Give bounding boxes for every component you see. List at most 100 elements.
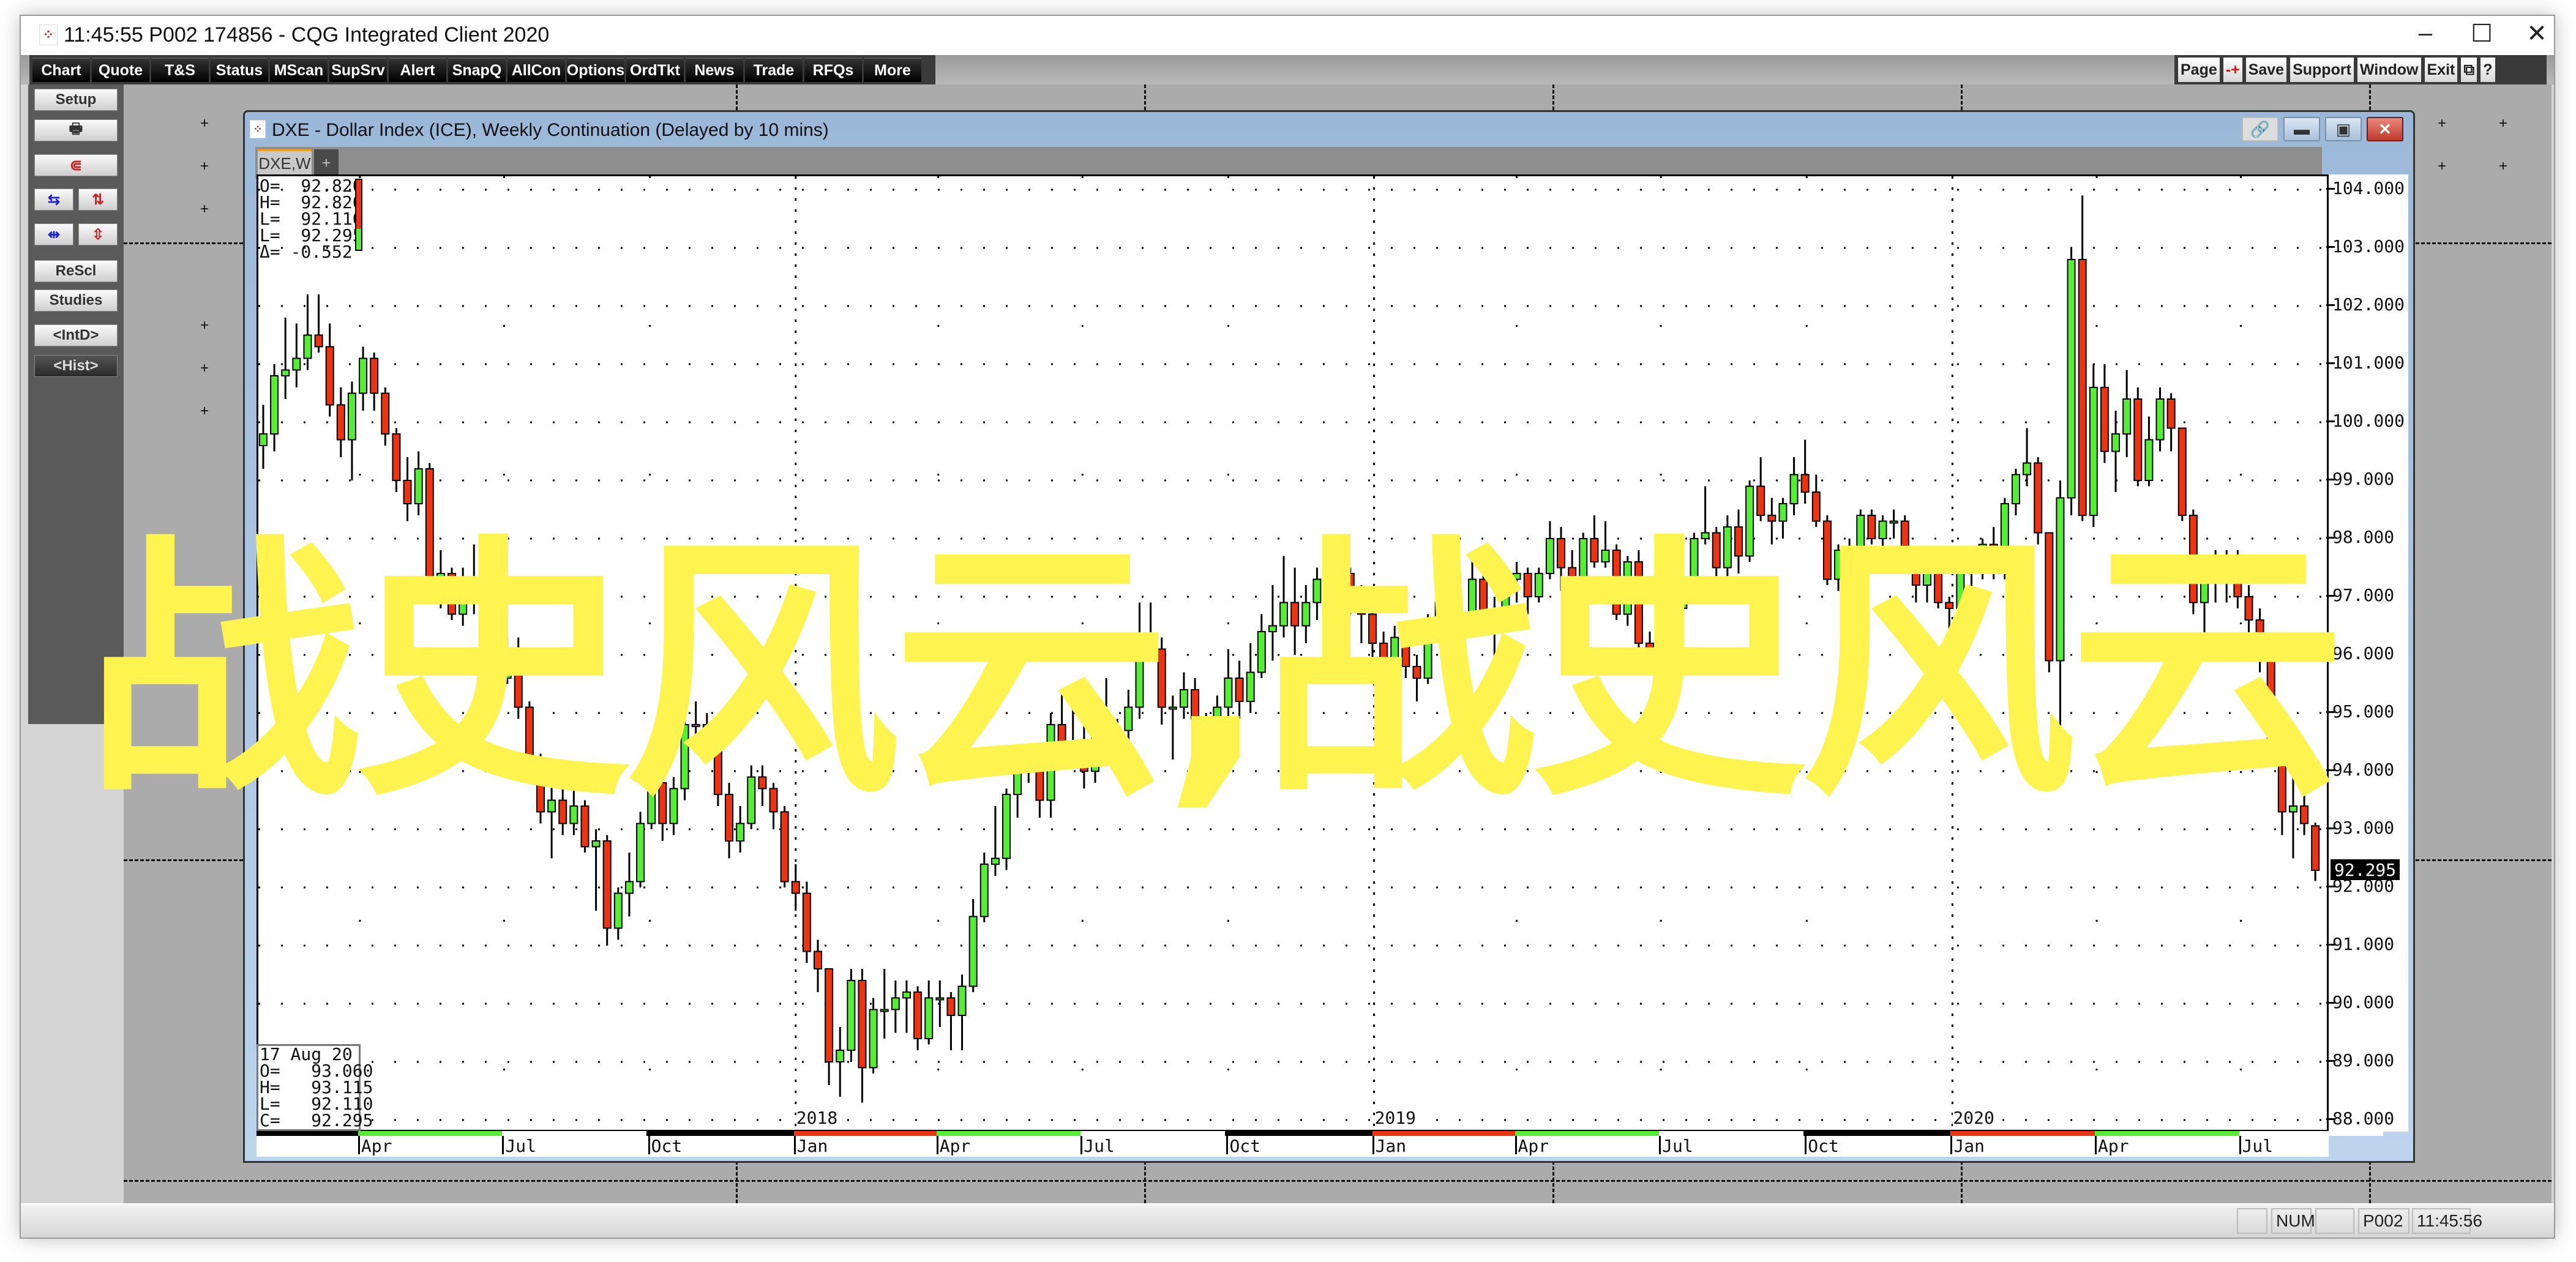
candle-body: [1579, 538, 1588, 580]
candle-body: [1024, 759, 1033, 766]
status-empty-2: [2315, 1208, 2354, 1234]
time-axis: Apr Jul Oct Jan Apr Jul Oct Jan Apr Jul Oct Jan Apr J…: [256, 1131, 2384, 1157]
candle-body: [1568, 567, 1577, 580]
rescale-button[interactable]: ReScl: [34, 260, 118, 282]
studies-button[interactable]: Studies: [34, 289, 118, 312]
price-tick: [2326, 188, 2335, 190]
toolbar-button-trade[interactable]: Trade: [745, 58, 803, 82]
toolbar-button-rfqs[interactable]: RFQs: [804, 58, 862, 82]
scroll-horizontal-button[interactable]: ⇆: [34, 189, 73, 211]
candle-body: [270, 375, 279, 435]
price-tick: [2326, 1002, 2335, 1004]
time-tick: [1080, 1136, 1083, 1154]
scroll-vertical-button[interactable]: ⇅: [78, 189, 118, 211]
candle-body: [1124, 706, 1133, 731]
candle-body: [1468, 578, 1477, 627]
magnet-icon: ⋐: [69, 157, 83, 174]
toolbar-button-options[interactable]: Options: [567, 58, 624, 82]
candle-body: [1268, 625, 1277, 632]
support-button[interactable]: Support: [2290, 58, 2354, 82]
candle-body: [1423, 619, 1432, 679]
toolbar-button-status[interactable]: Status: [211, 58, 268, 82]
maximize-button[interactable]: ☐: [2463, 20, 2500, 48]
print-button[interactable]: 🖶: [34, 119, 118, 141]
candle-body: [2034, 462, 2043, 534]
candle-body: [1046, 724, 1055, 801]
toolbar-button-ts[interactable]: T&S: [151, 58, 209, 82]
minimize-icon: ▬: [2294, 119, 2310, 138]
candle-body: [680, 724, 689, 790]
candle-body: [791, 881, 800, 894]
save-button[interactable]: Save: [2245, 58, 2287, 82]
window-button[interactable]: Window: [2357, 58, 2421, 82]
toolbar-button-more[interactable]: More: [864, 58, 921, 82]
candle-body: [259, 433, 268, 446]
price-tick-label: 91.000: [2332, 934, 2395, 954]
chart-close-button[interactable]: ✕: [2367, 117, 2403, 141]
candle-body: [968, 916, 978, 987]
time-tick-label: Jan: [1375, 1136, 1407, 1156]
price-tick-label: 88.000: [2332, 1108, 2395, 1129]
candle-body: [2311, 825, 2320, 871]
candle-body: [2122, 398, 2132, 435]
time-tick: [1515, 1136, 1517, 1154]
time-tick-label: Apr: [2097, 1136, 2129, 1156]
toolbar-button-news[interactable]: News: [686, 58, 743, 82]
setup-button[interactable]: Setup: [34, 89, 118, 111]
candle-body: [1978, 543, 1987, 562]
minimize-button[interactable]: –: [2407, 20, 2444, 47]
candle-body: [2133, 398, 2143, 481]
chart-minimize-button[interactable]: ▬: [2283, 117, 2320, 141]
time-tick-label: Jul: [1084, 1136, 1115, 1156]
toolbar-button-allcon[interactable]: AllCon: [507, 58, 565, 82]
candle-body: [591, 840, 601, 848]
zoom-button[interactable]: -+: [2223, 58, 2242, 82]
status-empty-1: [2237, 1208, 2267, 1234]
candle-body: [725, 794, 734, 842]
close-button[interactable]: ✕: [2518, 20, 2555, 48]
restore-button[interactable]: ⧉: [2461, 58, 2477, 82]
toolbar-button-supsrv[interactable]: SupSrv: [329, 58, 387, 82]
compress-horizontal-button[interactable]: ⇹: [34, 223, 73, 245]
candle-body: [2177, 427, 2187, 516]
tab-dxe-w[interactable]: DXE,W: [258, 149, 312, 176]
toolbar-button-snapq[interactable]: SnapQ: [448, 58, 506, 82]
toolbar-button-alert[interactable]: Alert: [389, 58, 446, 82]
toolbar-button-chart[interactable]: Chart: [32, 58, 90, 82]
help-button[interactable]: ?: [2481, 58, 2495, 82]
candle-body: [2277, 747, 2286, 813]
magnet-button[interactable]: ⋐: [34, 154, 118, 176]
chart-restore-button[interactable]: ▣: [2325, 117, 2362, 141]
candle-body: [2211, 561, 2220, 580]
candle-body: [325, 346, 334, 406]
candle-body: [470, 584, 479, 592]
add-tab-button[interactable]: +: [314, 149, 339, 176]
candle-body: [880, 1009, 889, 1012]
toolbar-button-mscan[interactable]: MScan: [270, 58, 328, 82]
intraday-button[interactable]: <IntD>: [34, 324, 118, 346]
price-tick-label: 94.000: [2332, 760, 2395, 780]
candle-body: [1822, 520, 1832, 580]
candle-body: [691, 724, 700, 727]
time-tick: [2239, 1136, 2241, 1154]
page-button[interactable]: Page: [2178, 58, 2220, 82]
candle-body: [1545, 538, 1554, 574]
candle-body: [481, 584, 490, 592]
candle-body: [1501, 578, 1510, 621]
toolbar-button-ordtkt[interactable]: OrdTkt: [626, 58, 684, 82]
toolbar-button-quote[interactable]: Quote: [92, 58, 149, 82]
candle-body: [1911, 555, 1920, 586]
historical-button[interactable]: <Hist>: [34, 355, 118, 377]
candle-body: [1091, 730, 1099, 772]
candle-body: [713, 747, 722, 795]
exit-button[interactable]: Exit: [2424, 58, 2458, 82]
candle-body: [547, 799, 556, 813]
toolbar-left: Chart Quote T&S Status MScan SupSrv Alert SnapQ…: [29, 55, 935, 84]
chart-plot-area[interactable]: [256, 174, 2329, 1132]
candle-body: [2056, 497, 2065, 662]
link-button[interactable]: 🔗: [2242, 117, 2278, 141]
price-tick-label: 99.000: [2332, 469, 2395, 489]
candle-body: [1335, 573, 1344, 621]
compress-vertical-button[interactable]: ⇳: [78, 223, 118, 245]
price-tick-label: 104.000: [2332, 178, 2405, 198]
